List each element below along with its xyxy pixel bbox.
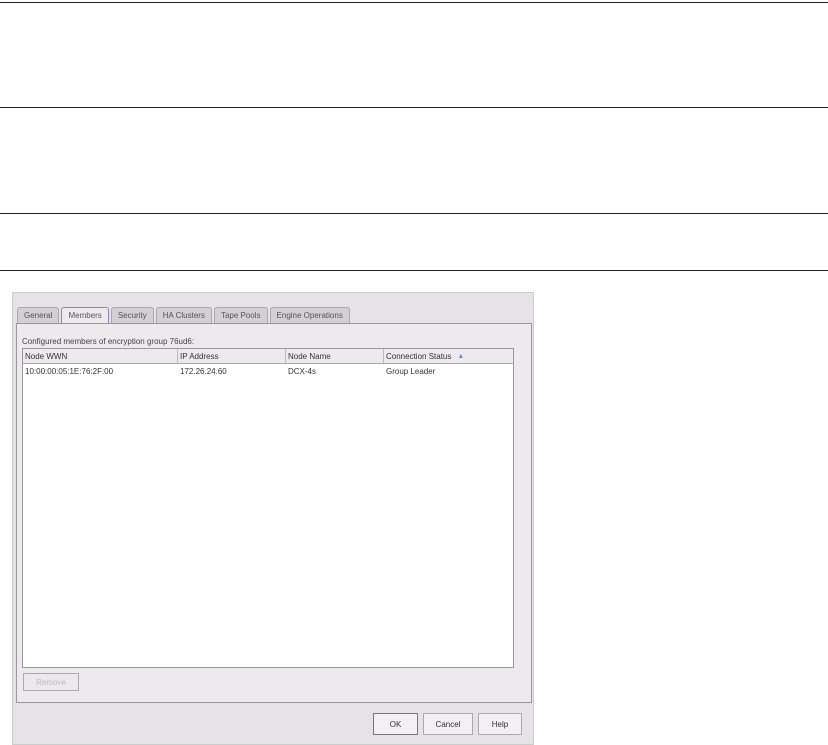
remove-button[interactable]: Remove (23, 673, 79, 691)
header-label: Node Name (288, 351, 331, 361)
ok-button[interactable]: OK (373, 713, 418, 735)
cell-connection-status: Group Leader (386, 367, 436, 376)
table-row[interactable]: 10:00:00:05:1E:76:2F:00 172.26.24.60 DCX… (23, 364, 513, 379)
sort-ascending-icon: ▲ (457, 352, 465, 360)
cell-node-wwn: 10:00:00:05:1E:76:2F:00 (25, 367, 114, 376)
divider (0, 213, 828, 214)
cell-node-name: DCX-4s (288, 367, 317, 376)
column-header-ip-address[interactable]: IP Address (178, 349, 286, 363)
members-table: Node WWN IP Address Node Name Connection… (22, 348, 514, 668)
divider (0, 270, 828, 271)
tab-engine-operations[interactable]: Engine Operations (269, 307, 350, 323)
tab-general[interactable]: General (17, 307, 60, 323)
tab-security[interactable]: Security (110, 307, 154, 323)
encryption-group-dialog: General Members Security HA Clusters Tap… (12, 292, 534, 745)
divider (0, 2, 828, 3)
tab-bar: General Members Security HA Clusters Tap… (17, 307, 350, 324)
members-caption: Configured members of encryption group 7… (22, 337, 195, 346)
tab-tape-pools[interactable]: Tape Pools (213, 307, 268, 323)
divider (0, 107, 828, 108)
header-label: Connection Status (386, 351, 452, 361)
cell-ip-address: 172.26.24.60 (180, 367, 227, 376)
help-button[interactable]: Help (478, 713, 522, 735)
column-header-connection-status[interactable]: Connection Status ▲ (384, 349, 513, 363)
members-panel: Configured members of encryption group 7… (16, 323, 532, 703)
column-header-node-name[interactable]: Node Name (286, 349, 384, 363)
cancel-button[interactable]: Cancel (423, 713, 473, 735)
tab-members[interactable]: Members (61, 307, 109, 324)
tab-ha-clusters[interactable]: HA Clusters (155, 307, 212, 323)
column-header-node-wwn[interactable]: Node WWN (23, 349, 178, 363)
table-header: Node WWN IP Address Node Name Connection… (23, 349, 513, 364)
header-label: Node WWN (25, 351, 68, 361)
header-label: IP Address (180, 351, 219, 361)
